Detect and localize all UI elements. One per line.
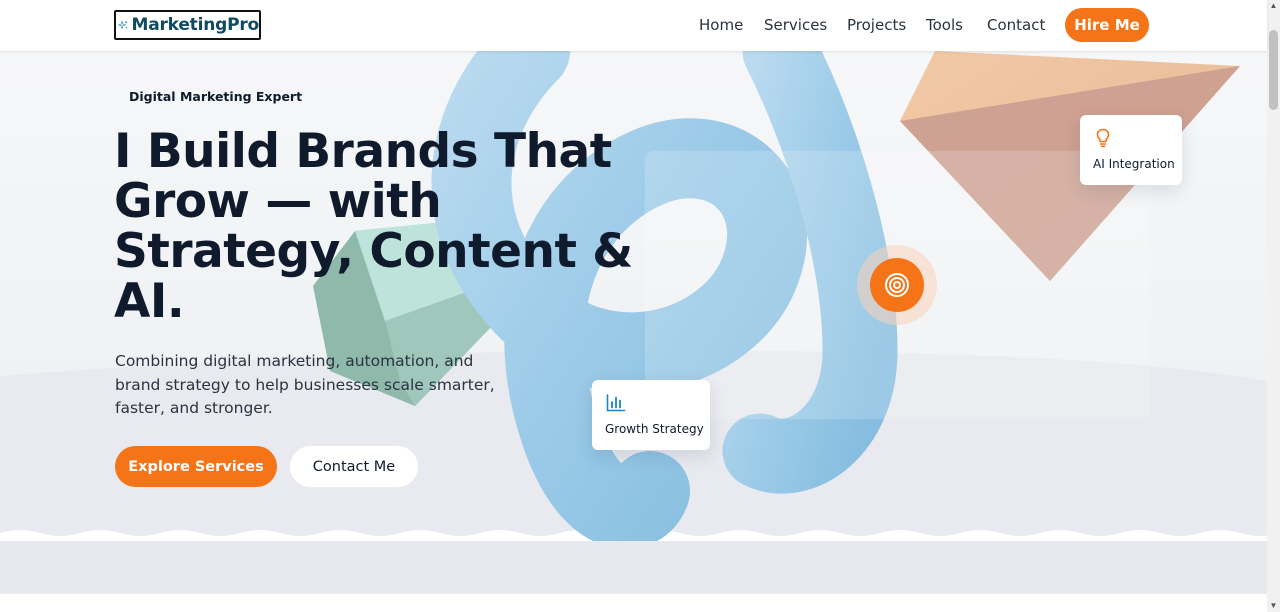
explore-services-button[interactable]: Explore Services <box>115 446 277 487</box>
hero-subtext: Combining digital marketing, automation,… <box>115 352 495 417</box>
nav-link-contact[interactable]: Contact <box>987 16 1045 34</box>
hero-eyebrow: Digital Marketing Expert <box>129 89 303 104</box>
headline-line-2: Grow — with <box>114 174 442 229</box>
page-scrollbar[interactable]: ▲ ▼ <box>1267 0 1280 612</box>
top-navbar: MarketingPro Home Services Projects Tool… <box>0 0 1267 51</box>
hire-me-button[interactable]: Hire Me <box>1065 8 1149 42</box>
target-icon <box>885 273 909 297</box>
scroll-down-arrow-icon[interactable]: ▼ <box>1267 600 1280 612</box>
nav-link-home[interactable]: Home <box>699 16 743 34</box>
headline-line-1: I Build Brands That <box>114 124 612 179</box>
headline-line-4: AI. <box>114 274 185 329</box>
bar-chart-icon <box>606 394 626 412</box>
growth-strategy-card: Growth Strategy <box>592 380 710 450</box>
headline-line-3: Strategy, Content & <box>114 224 633 279</box>
scroll-up-arrow-icon[interactable]: ▲ <box>1267 0 1280 12</box>
growth-strategy-label: Growth Strategy <box>605 422 704 436</box>
nav-link-tools[interactable]: Tools <box>926 16 963 34</box>
page-bottom-strip <box>0 594 1267 612</box>
ai-integration-label: AI Integration <box>1093 157 1175 171</box>
target-badge <box>857 245 937 325</box>
hero-section: Digital Marketing Expert I Build Brands … <box>0 51 1267 541</box>
next-section <box>0 541 1267 594</box>
nav-link-services[interactable]: Services <box>764 16 827 34</box>
scrollbar-thumb[interactable] <box>1269 30 1278 110</box>
contact-me-button[interactable]: Contact Me <box>290 446 418 487</box>
lightbulb-icon <box>1096 128 1110 148</box>
hero-headline: I Build Brands That Grow — with Strategy… <box>114 124 633 329</box>
nav-link-projects[interactable]: Projects <box>847 16 906 34</box>
ai-integration-card: AI Integration <box>1080 115 1182 185</box>
